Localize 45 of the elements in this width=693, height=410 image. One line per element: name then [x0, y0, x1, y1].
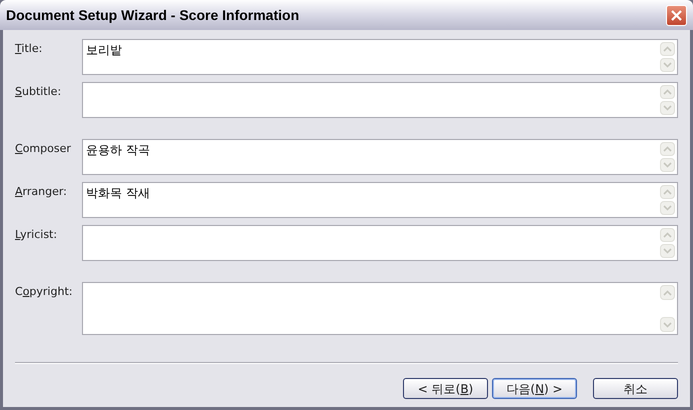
wizard-button[interactable]: 취소 — [593, 378, 678, 399]
field-value: 윤용하 작곡 — [86, 142, 150, 159]
field-label: Composer — [15, 141, 72, 157]
text-field[interactable]: 윤용하 작곡 — [82, 139, 678, 175]
scroll-up-button[interactable] — [660, 185, 675, 199]
chevron-up-icon — [663, 46, 672, 52]
chevron-down-icon — [663, 322, 672, 328]
field-value: 박화목 작새 — [86, 185, 150, 202]
field-value: 보리밭 — [86, 42, 122, 59]
wizard-button[interactable]: < 뒤로(B) — [403, 378, 488, 399]
scroll-up-button[interactable] — [660, 285, 675, 300]
text-field[interactable] — [82, 225, 678, 261]
chevron-up-icon — [663, 146, 672, 152]
field-label: Copyright: — [15, 284, 74, 300]
chevron-down-icon — [663, 62, 672, 68]
wizard-button[interactable]: 다음(N) > — [492, 378, 577, 399]
field-label: Lyricist: — [15, 227, 58, 243]
field-label: Arranger: — [15, 184, 68, 200]
scroll-up-button[interactable] — [660, 228, 675, 242]
chevron-down-icon — [663, 205, 672, 211]
scroll-down-button[interactable] — [660, 58, 675, 72]
text-field[interactable]: 박화목 작새 — [82, 182, 678, 218]
chevron-up-icon — [663, 189, 672, 195]
chevron-down-icon — [663, 162, 672, 168]
scroll-down-button[interactable] — [660, 317, 675, 332]
chevron-down-icon — [663, 105, 672, 111]
scroll-up-button[interactable] — [660, 42, 675, 56]
field-label: Title: — [15, 41, 44, 57]
field-label: Subtitle: — [15, 84, 62, 100]
scroll-down-button[interactable] — [660, 201, 675, 215]
scroll-down-button[interactable] — [660, 101, 675, 115]
scroll-down-button[interactable] — [660, 158, 675, 172]
text-field[interactable]: 보리밭 — [82, 39, 678, 75]
window-title: Document Setup Wizard - Score Information — [6, 6, 300, 25]
chevron-down-icon — [663, 248, 672, 254]
text-field[interactable] — [82, 282, 678, 335]
scroll-down-button[interactable] — [660, 244, 675, 258]
chevron-up-icon — [663, 290, 672, 296]
chevron-up-icon — [663, 232, 672, 238]
close-icon — [671, 10, 682, 20]
close-button[interactable] — [666, 4, 687, 26]
scroll-up-button[interactable] — [660, 142, 675, 156]
text-field[interactable] — [82, 82, 678, 118]
chevron-up-icon — [663, 89, 672, 95]
scroll-up-button[interactable] — [660, 85, 675, 99]
